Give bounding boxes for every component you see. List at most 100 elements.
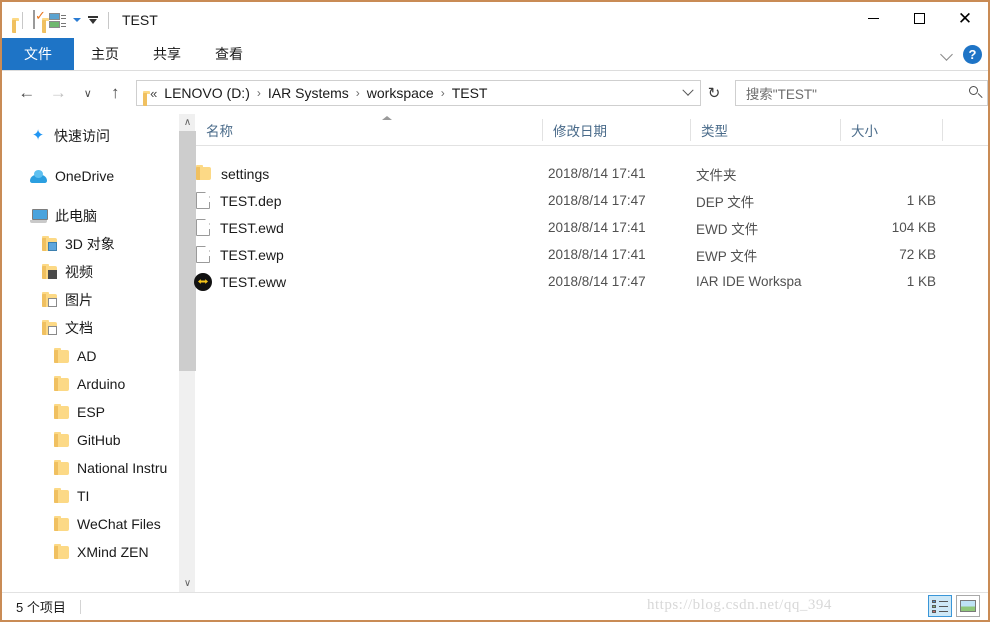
forward-button[interactable]: → (46, 78, 72, 108)
up-button[interactable]: ↑ (103, 78, 129, 108)
help-icon[interactable]: ? (963, 45, 982, 64)
cloud-icon (30, 169, 47, 183)
sidebar-item-arduino[interactable]: Arduino (2, 370, 177, 398)
scroll-up-icon[interactable]: ∧ (179, 114, 196, 131)
sidebar-item-label: OneDrive (55, 168, 114, 184)
breadcrumb-item-drive[interactable]: LENOVO (D:) (163, 85, 251, 101)
folder-icon (54, 546, 69, 559)
file-name: settings (221, 166, 269, 182)
large-icons-view-button[interactable] (956, 595, 980, 617)
file-type: EWD 文件 (696, 218, 758, 238)
sidebar-item-onedrive[interactable]: OneDrive (2, 162, 177, 190)
sidebar-item-wechat-files[interactable]: WeChat Files (2, 510, 177, 538)
sidebar-item-label: XMind ZEN (77, 544, 149, 560)
sidebar-item-this-pc[interactable]: 此电脑 (2, 202, 177, 230)
qat-divider-2 (108, 12, 109, 29)
column-divider[interactable] (942, 119, 943, 141)
breadcrumb-separator[interactable]: › (441, 86, 445, 100)
column-label: 修改日期 (543, 120, 607, 140)
sidebar-item-label: 快速访问 (54, 126, 110, 146)
tab-home[interactable]: 主页 (74, 38, 136, 70)
breadcrumb-separator[interactable]: › (257, 86, 261, 100)
breadcrumb-dropdown-icon[interactable] (676, 81, 700, 105)
search-input[interactable]: 搜索"TEST" (735, 80, 988, 106)
breadcrumb-item-iar-systems[interactable]: IAR Systems (267, 85, 350, 101)
sidebar-item-label: 图片 (65, 290, 93, 310)
customize-qat-dropdown-icon[interactable] (88, 15, 98, 25)
refresh-button[interactable]: ↻ (701, 80, 727, 106)
maximize-button[interactable] (896, 2, 942, 34)
search-icon[interactable] (969, 86, 978, 95)
sidebar-item-label: 此电脑 (55, 206, 97, 226)
tab-share[interactable]: 共享 (136, 38, 198, 70)
scroll-down-icon[interactable]: ∨ (179, 575, 196, 592)
sidebar-item-documents[interactable]: 文档 (2, 314, 177, 342)
file-name: TEST.dep (220, 193, 281, 209)
sidebar-item-label: TI (77, 488, 89, 504)
properties-icon[interactable] (33, 11, 35, 29)
column-label: 类型 (691, 120, 728, 140)
sidebar-item-ti[interactable]: TI (2, 482, 177, 510)
file-size: 1 KB (836, 274, 936, 289)
breadcrumb-item-test[interactable]: TEST (451, 85, 489, 101)
folder-video-icon (42, 266, 57, 279)
sidebar-item-pictures[interactable]: 图片 (2, 286, 177, 314)
column-header-date-modified[interactable]: 修改日期 (543, 114, 690, 145)
customize-view-icon[interactable] (49, 13, 66, 28)
table-row[interactable]: TEST.ewp 2018/8/14 17:41 EWP 文件 72 KB (196, 241, 988, 268)
column-header-size[interactable]: 大小 (841, 114, 942, 145)
scrollbar-thumb[interactable] (179, 131, 196, 371)
details-view-button[interactable] (928, 595, 952, 617)
search-placeholder: 搜索"TEST" (746, 83, 817, 103)
file-icon (196, 246, 210, 263)
file-date: 2018/8/14 17:47 (548, 193, 646, 208)
sidebar-item-national-instruments[interactable]: National Instru (2, 454, 177, 482)
recent-locations-button[interactable]: ∨ (75, 78, 101, 108)
chevron-down-icon[interactable] (73, 18, 81, 22)
column-label: 大小 (841, 120, 878, 140)
column-header-type[interactable]: 类型 (691, 114, 840, 145)
folder-3d-icon (42, 238, 57, 251)
back-button[interactable]: ← (14, 78, 40, 108)
file-size: 104 KB (836, 220, 936, 235)
sidebar-item-esp[interactable]: ESP (2, 398, 177, 426)
folder-icon (54, 350, 69, 363)
file-name-cell[interactable]: TEST.ewd (196, 219, 284, 236)
sidebar-item-label: AD (77, 348, 96, 364)
file-explorer-window: TEST ✕ 文件 主页 共享 查看 ? ← → ∨ ↑ « LENOVO (D… (0, 0, 990, 622)
sidebar-item-xmind-zen[interactable]: XMind ZEN (2, 538, 177, 566)
table-row[interactable]: TEST.dep 2018/8/14 17:47 DEP 文件 1 KB (196, 187, 988, 214)
sidebar-item-label: Arduino (77, 376, 125, 392)
iar-workspace-icon (194, 273, 212, 291)
table-row[interactable]: TEST.eww 2018/8/14 17:47 IAR IDE Workspa… (196, 268, 988, 295)
navigation-pane[interactable]: ✦ 快速访问 OneDrive 此电脑 3D 对象 视频 (2, 114, 177, 592)
file-name-cell[interactable]: settings (196, 166, 269, 182)
tab-file[interactable]: 文件 (2, 38, 74, 70)
breadcrumb[interactable]: « LENOVO (D:) › IAR Systems › workspace … (136, 80, 701, 106)
file-date: 2018/8/14 17:41 (548, 220, 646, 235)
minimize-button[interactable] (850, 2, 896, 34)
sidebar-item-github[interactable]: GitHub (2, 426, 177, 454)
file-name-cell[interactable]: TEST.ewp (196, 246, 284, 263)
sidebar-item-quick-access[interactable]: ✦ 快速访问 (2, 122, 177, 150)
sidebar-item-3d-objects[interactable]: 3D 对象 (2, 230, 177, 258)
file-icon (196, 219, 210, 236)
sidebar-scrollbar[interactable]: ∧ ∨ (178, 114, 195, 592)
table-row[interactable]: TEST.ewd 2018/8/14 17:41 EWD 文件 104 KB (196, 214, 988, 241)
star-icon: ✦ (30, 128, 46, 144)
chevron-down-icon[interactable] (941, 48, 953, 60)
breadcrumb-overflow[interactable]: « (150, 86, 157, 101)
sidebar-item-videos[interactable]: 视频 (2, 258, 177, 286)
file-name-cell[interactable]: TEST.eww (194, 273, 286, 291)
file-name-cell[interactable]: TEST.dep (196, 192, 281, 209)
column-header-name[interactable]: 名称 (196, 114, 542, 145)
ribbon-right-controls: ? (941, 38, 982, 70)
file-date: 2018/8/14 17:47 (548, 274, 646, 289)
close-button[interactable]: ✕ (942, 2, 988, 34)
breadcrumb-separator[interactable]: › (356, 86, 360, 100)
tab-view[interactable]: 查看 (198, 38, 260, 70)
table-row[interactable]: settings 2018/8/14 17:41 文件夹 (196, 160, 988, 187)
sidebar-item-ad[interactable]: AD (2, 342, 177, 370)
file-list-pane: 名称 修改日期 类型 大小 settings (196, 114, 988, 592)
breadcrumb-item-workspace[interactable]: workspace (366, 85, 435, 101)
